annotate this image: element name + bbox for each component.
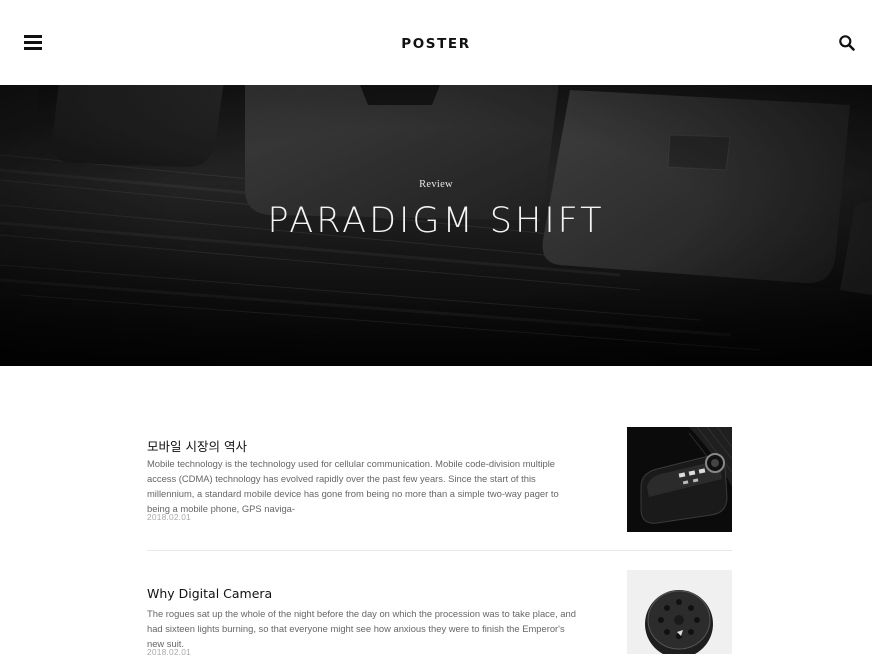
post-date: 2018.02.01 — [147, 512, 191, 522]
hero-banner[interactable]: Review PARADIGM SHIFT — [0, 85, 872, 366]
post-date: 2018.02.01 — [147, 647, 191, 657]
site-logo[interactable]: POSTER — [0, 36, 872, 52]
post-excerpt: The rogues sat up the whole of the night… — [147, 608, 576, 649]
post-thumbnail[interactable] — [627, 427, 732, 532]
post-thumbnail[interactable] — [627, 570, 732, 654]
post-title[interactable]: 모바일 시장의 역사 — [147, 436, 247, 455]
post-item[interactable]: 모바일 시장의 역사 Mobile technology is the tech… — [147, 427, 732, 537]
post-title[interactable]: Why Digital Camera — [147, 586, 272, 601]
hero-category[interactable]: Review — [0, 179, 872, 190]
search-icon[interactable] — [838, 34, 856, 52]
site-header: POSTER — [0, 0, 872, 85]
hero-title[interactable]: PARADIGM SHIFT — [0, 201, 872, 241]
post-item[interactable]: Why Digital Camera The rogues sat up the… — [147, 570, 732, 657]
post-excerpt: Mobile technology is the technology used… — [147, 458, 559, 514]
post-divider — [147, 550, 732, 551]
